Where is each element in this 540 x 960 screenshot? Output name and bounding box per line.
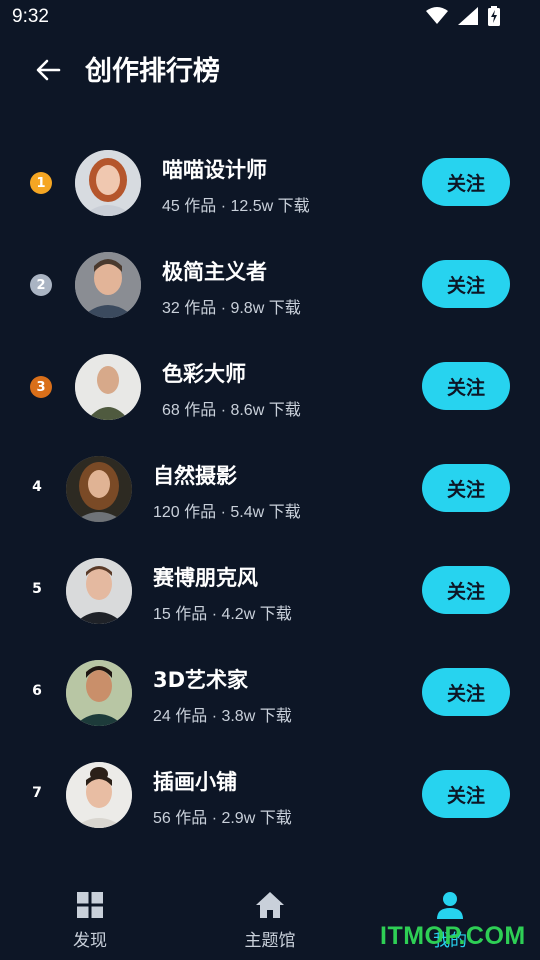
- avatar[interactable]: [75, 150, 141, 216]
- creator-stats: 68 作品 · 8.6w 下载: [162, 402, 301, 419]
- nav-label: 主题馆: [244, 931, 296, 951]
- creator-stats: 56 作品 · 2.9w 下载: [153, 810, 292, 827]
- ranking-row[interactable]: 3 色彩大师 68 作品 · 8.6w 下载 关注: [0, 336, 540, 438]
- rank-badge-bronze: 3: [30, 376, 52, 398]
- avatar[interactable]: [75, 252, 141, 318]
- creator-stats: 32 作品 · 9.8w 下载: [162, 300, 301, 317]
- nav-discover[interactable]: 发现: [30, 890, 150, 951]
- nav-theme-hall[interactable]: 主题馆: [210, 890, 330, 951]
- creator-name: 插画小铺: [153, 770, 237, 794]
- arrow-left-icon: [34, 56, 62, 88]
- creator-name: 色彩大师: [162, 362, 246, 386]
- ranking-row[interactable]: 7 插画小铺 56 作品 · 2.9w 下载 关注: [0, 744, 540, 846]
- follow-button[interactable]: 关注: [422, 260, 510, 308]
- back-button[interactable]: [30, 54, 66, 90]
- creator-stats: 15 作品 · 4.2w 下载: [153, 606, 292, 623]
- battery-icon: [488, 6, 500, 26]
- ranking-row[interactable]: 6 3D艺术家 24 作品 · 3.8w 下载 关注: [0, 642, 540, 744]
- creator-name: 喵喵设计师: [162, 158, 267, 182]
- status-time: 9:32: [12, 6, 49, 27]
- follow-button[interactable]: 关注: [422, 566, 510, 614]
- follow-button[interactable]: 关注: [422, 770, 510, 818]
- ranking-row[interactable]: 5 赛博朋克风 15 作品 · 4.2w 下载 关注: [0, 540, 540, 642]
- follow-button[interactable]: 关注: [422, 362, 510, 410]
- rank-number: 7: [32, 785, 42, 801]
- creator-name: 3D艺术家: [153, 668, 249, 692]
- grid-icon: [75, 890, 105, 920]
- rank-number: 6: [32, 683, 42, 699]
- page-title: 创作排行榜: [85, 56, 220, 87]
- avatar[interactable]: [66, 456, 132, 522]
- avatar[interactable]: [75, 354, 141, 420]
- creator-stats: 45 作品 · 12.5w 下载: [162, 198, 310, 215]
- status-bar: 9:32: [0, 0, 540, 36]
- avatar[interactable]: [66, 660, 132, 726]
- creator-name: 赛博朋克风: [153, 566, 258, 590]
- ranking-row[interactable]: 2 极简主义者 32 作品 · 9.8w 下载 关注: [0, 234, 540, 336]
- rank-number: 5: [32, 581, 42, 597]
- avatar[interactable]: [66, 762, 132, 828]
- ranking-row[interactable]: 4 自然摄影 120 作品 · 5.4w 下载 关注: [0, 438, 540, 540]
- wifi-icon: [426, 7, 448, 25]
- rank-badge-silver: 2: [30, 274, 52, 296]
- ranking-row[interactable]: 1 喵喵设计师 45 作品 · 12.5w 下载 关注: [0, 132, 540, 234]
- rank-badge-gold: 1: [30, 172, 52, 194]
- creator-stats: 120 作品 · 5.4w 下载: [153, 504, 301, 521]
- rank-number: 4: [32, 479, 42, 495]
- home-icon: [255, 890, 285, 920]
- signal-icon: [458, 7, 478, 25]
- watermark: ITMOP.COM: [380, 922, 526, 950]
- page-header: 创作排行榜: [0, 50, 540, 96]
- follow-button[interactable]: 关注: [422, 668, 510, 716]
- follow-button[interactable]: 关注: [422, 158, 510, 206]
- follow-button[interactable]: 关注: [422, 464, 510, 512]
- ranking-list: 1 喵喵设计师 45 作品 · 12.5w 下载 关注 2 极简主义者 32 作…: [0, 132, 540, 846]
- avatar[interactable]: [66, 558, 132, 624]
- person-icon: [435, 890, 465, 920]
- status-icons: [426, 6, 500, 26]
- creator-name: 自然摄影: [153, 464, 237, 488]
- creator-stats: 24 作品 · 3.8w 下载: [153, 708, 292, 725]
- app-screen: 9:32 创作排行榜 1 喵喵设计师 45 作品 · 12.5w 下载 关注 2…: [0, 0, 540, 960]
- nav-label: 发现: [73, 931, 107, 951]
- creator-name: 极简主义者: [162, 260, 267, 284]
